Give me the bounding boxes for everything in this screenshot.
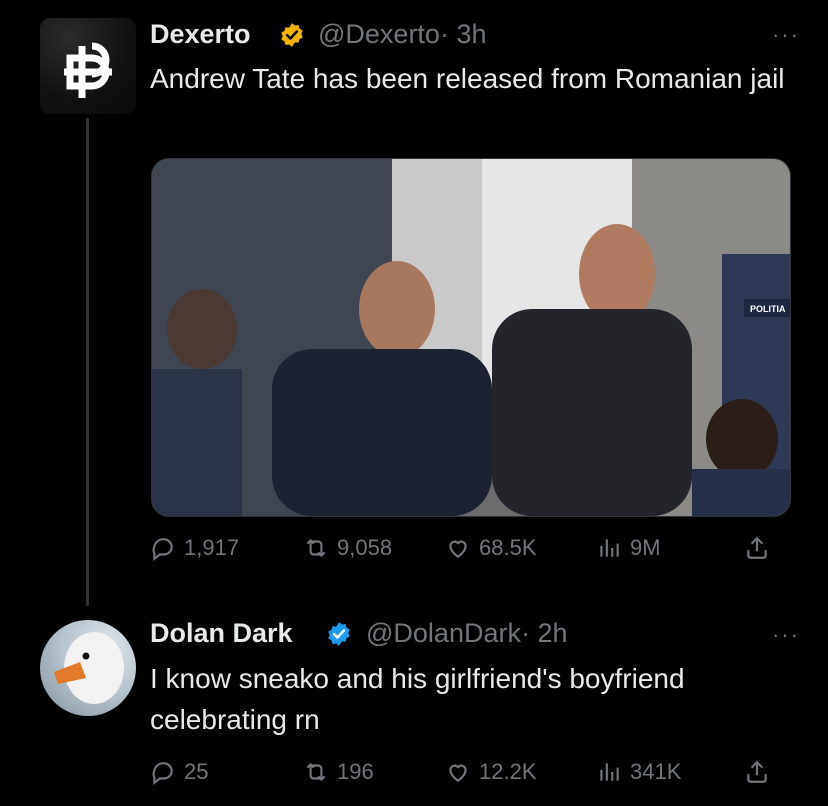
- reply-count: 1,917: [184, 535, 240, 560]
- verified-blue-badge-icon: [328, 622, 350, 646]
- share-button[interactable]: [744, 535, 770, 561]
- like-count: 12.2K: [479, 759, 537, 784]
- author-handle[interactable]: @Dexerto: [318, 19, 440, 49]
- police-label: POLITIA: [750, 304, 786, 314]
- like-button[interactable]: 12.2K: [445, 759, 537, 785]
- share-icon: [747, 536, 767, 559]
- reply-count: 25: [184, 759, 209, 784]
- share-button[interactable]: [744, 759, 770, 785]
- avatar-dolandark[interactable]: [40, 620, 136, 716]
- views-count: 9M: [630, 535, 661, 560]
- share-icon: [747, 760, 767, 783]
- reply-button[interactable]: 1,917: [150, 535, 239, 561]
- retweet-icon: [306, 762, 326, 782]
- reply-icon: [152, 538, 173, 561]
- retweet-count: 196: [337, 759, 374, 784]
- views-button[interactable]: 9M: [596, 535, 661, 561]
- avatar-dexerto[interactable]: [40, 18, 136, 114]
- photo-illustration: [152, 159, 790, 516]
- dexerto-logo-icon: [64, 42, 112, 98]
- heart-icon: [449, 540, 467, 558]
- retweet-button[interactable]: 196: [303, 759, 374, 785]
- heart-icon: [449, 764, 467, 782]
- thread-line: [86, 118, 89, 606]
- goose-avatar-icon: [54, 632, 124, 704]
- views-button[interactable]: 341K: [596, 759, 681, 785]
- retweet-count: 9,058: [337, 535, 393, 560]
- reply-button[interactable]: 25: [150, 759, 208, 785]
- tweet-text: Andrew Tate has been released from Roman…: [150, 63, 785, 94]
- views-icon: [600, 539, 619, 557]
- more-options-icon[interactable]: ···: [772, 22, 800, 48]
- author-handle[interactable]: @DolanDark: [366, 618, 521, 648]
- author-name[interactable]: Dolan Dark: [150, 618, 293, 649]
- views-icon: [600, 763, 619, 781]
- tweet-time[interactable]: · 3h: [440, 19, 487, 49]
- tweet-actions: 25 196 12.2K 341K: [150, 759, 790, 791]
- tweet-image[interactable]: POLITIA: [151, 158, 791, 517]
- author-name[interactable]: Dexerto: [150, 19, 251, 50]
- tweet-actions: 1,917 9,058 68.5K 9M: [150, 535, 790, 567]
- tweet-text: I know sneako and his girlfriend's boyfr…: [150, 663, 685, 735]
- tweet-time[interactable]: · 2h: [521, 618, 568, 648]
- retweet-button[interactable]: 9,058: [303, 535, 392, 561]
- reply-icon: [152, 762, 173, 785]
- views-count: 341K: [630, 759, 682, 784]
- like-button[interactable]: 68.5K: [445, 535, 537, 561]
- retweet-icon: [306, 538, 326, 558]
- more-options-icon[interactable]: ···: [772, 622, 800, 648]
- like-count: 68.5K: [479, 535, 537, 560]
- verified-gold-badge-icon: [281, 23, 303, 47]
